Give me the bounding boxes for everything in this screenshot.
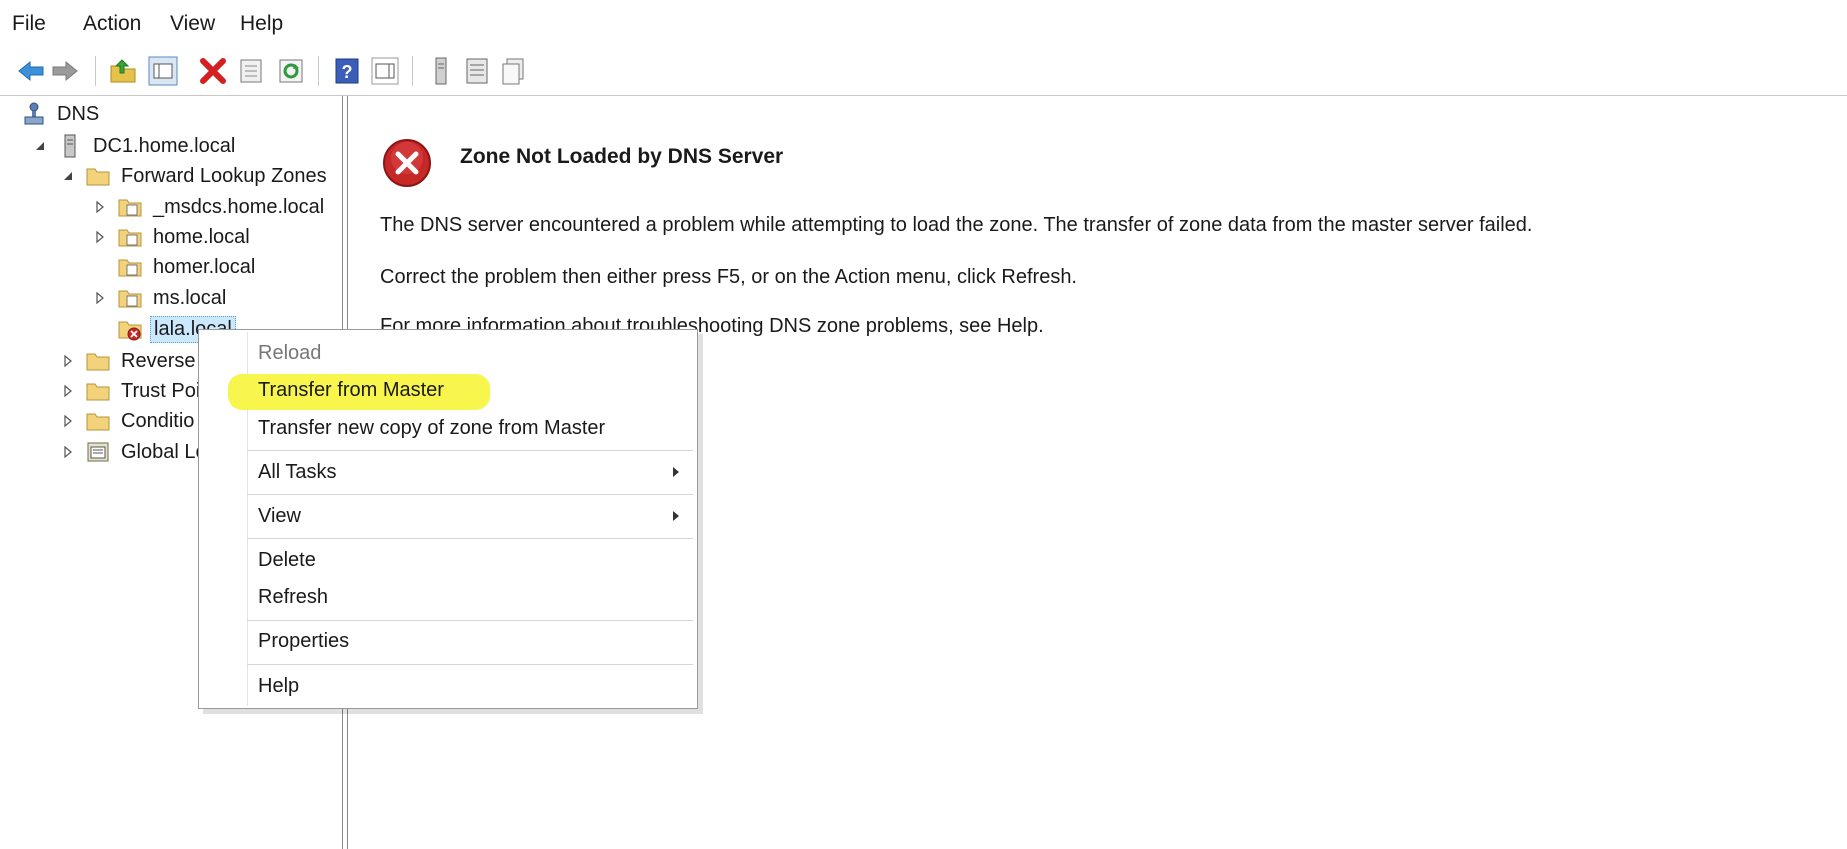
back-arrow-icon[interactable] xyxy=(16,56,46,86)
tree-node-label: DNS xyxy=(57,102,100,125)
zone-icon xyxy=(118,229,142,247)
menu-file[interactable]: File xyxy=(12,12,46,36)
zone-icon xyxy=(118,199,142,217)
tree-node-label: Forward Lookup Zones xyxy=(121,164,327,187)
toolbar-separator xyxy=(412,56,413,86)
refresh-icon[interactable] xyxy=(276,56,306,86)
submenu-arrow-icon xyxy=(673,511,679,521)
tree-node-label: Global Lo xyxy=(121,440,207,463)
expand-triangle-icon[interactable] xyxy=(60,413,76,429)
zone-icon xyxy=(118,290,142,308)
folder-icon xyxy=(86,413,110,431)
show-hide-action-pane-icon[interactable] xyxy=(370,56,400,86)
tree-node-label: homer.local xyxy=(153,255,256,278)
folder-icon xyxy=(86,168,110,186)
toolbar-separator xyxy=(95,56,96,86)
delete-icon[interactable] xyxy=(198,56,228,86)
tree-node-server[interactable]: DC1.home.local xyxy=(32,131,238,161)
menu-help[interactable]: Help xyxy=(240,12,283,36)
tree-node-forward-lookup-zones[interactable]: Forward Lookup Zones xyxy=(60,161,330,191)
tree-node-label: home.local xyxy=(153,225,250,248)
tree-node-reverse-lookup-zones[interactable]: Reverse L xyxy=(60,346,215,376)
tree-node-label: DC1.home.local xyxy=(93,134,236,157)
forward-arrow-icon[interactable] xyxy=(50,56,80,86)
menu-item-refresh[interactable]: Refresh xyxy=(199,579,697,615)
submenu-arrow-icon xyxy=(673,467,679,477)
tree-node-zone[interactable]: _msdcs.home.local xyxy=(92,192,327,222)
tree-node-label: Trust Poi xyxy=(121,379,201,402)
error-title: Zone Not Loaded by DNS Server xyxy=(460,145,784,168)
menu-item-properties[interactable]: Properties xyxy=(199,623,697,659)
toolbar: ? xyxy=(0,48,1847,96)
svg-text:?: ? xyxy=(342,62,353,82)
copy-icon[interactable] xyxy=(498,56,528,86)
expand-triangle-icon[interactable] xyxy=(60,383,76,399)
tree-node-trust-points[interactable]: Trust Poi xyxy=(60,376,203,406)
server-icon xyxy=(64,134,76,158)
expand-triangle-icon[interactable] xyxy=(92,229,108,245)
properties-icon[interactable] xyxy=(236,56,266,86)
menu-item-label: View xyxy=(258,504,301,527)
show-hide-console-tree-icon[interactable] xyxy=(148,56,178,86)
toolbar-separator xyxy=(318,56,319,86)
context-menu-items: Transfer from Master Transfer new copy o… xyxy=(198,329,698,709)
tree-node-global-logs[interactable]: Global Lo xyxy=(60,437,210,467)
dns-manager-icon xyxy=(24,102,44,125)
tree-node-zone[interactable]: homer.local xyxy=(118,252,258,282)
help-icon[interactable]: ? xyxy=(332,56,362,86)
menu-bar: File Action View Help xyxy=(0,0,1847,48)
event-log-icon xyxy=(87,442,109,462)
menu-item-view[interactable]: View xyxy=(199,498,697,534)
menu-item-all-tasks[interactable]: All Tasks xyxy=(199,454,697,490)
collapse-triangle-icon[interactable] xyxy=(32,138,48,154)
expand-triangle-icon[interactable] xyxy=(60,444,76,460)
tree-node-label: Conditio xyxy=(121,409,195,432)
tree-node-dns[interactable]: DNS xyxy=(22,99,102,129)
menu-separator xyxy=(247,450,693,451)
menu-view[interactable]: View xyxy=(170,12,215,36)
tree-node-conditional-forwarders[interactable]: Conditio xyxy=(60,406,197,436)
menu-separator xyxy=(247,620,693,621)
tree-node-zone[interactable]: ms.local xyxy=(92,283,229,313)
folder-icon xyxy=(86,383,110,401)
menu-item-label: All Tasks xyxy=(258,460,337,483)
error-description: The DNS server encountered a problem whi… xyxy=(380,214,1533,236)
zone-icon xyxy=(118,259,142,277)
tree-node-label: _msdcs.home.local xyxy=(153,195,325,218)
server-icon[interactable] xyxy=(426,56,456,86)
folder-icon xyxy=(86,353,110,371)
zone-error-icon xyxy=(118,321,142,341)
menu-action[interactable]: Action xyxy=(83,12,141,36)
menu-item-transfer-from-master[interactable]: Transfer from Master xyxy=(199,372,697,408)
menu-item-transfer-new-copy[interactable]: Transfer new copy of zone from Master xyxy=(199,410,697,446)
error-icon xyxy=(383,139,431,187)
error-instruction: Correct the problem then either press F5… xyxy=(380,266,1077,288)
menu-item-help[interactable]: Help xyxy=(199,668,697,704)
up-folder-icon[interactable] xyxy=(108,56,138,86)
expand-triangle-icon[interactable] xyxy=(92,199,108,215)
tree-node-label: ms.local xyxy=(153,286,227,309)
menu-item-delete[interactable]: Delete xyxy=(199,542,697,578)
menu-separator xyxy=(247,538,693,539)
collapse-triangle-icon[interactable] xyxy=(60,168,76,184)
list-icon[interactable] xyxy=(462,56,492,86)
expand-triangle-icon[interactable] xyxy=(92,290,108,306)
menu-separator xyxy=(247,664,693,665)
tree-node-zone[interactable]: home.local xyxy=(92,222,253,252)
menu-separator xyxy=(247,494,693,495)
expand-triangle-icon[interactable] xyxy=(60,353,76,369)
